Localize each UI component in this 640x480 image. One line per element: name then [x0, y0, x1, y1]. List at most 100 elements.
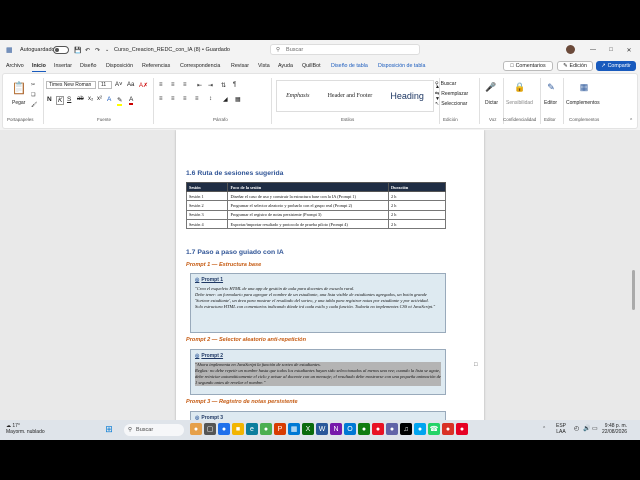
- app-icon[interactable]: ●: [372, 423, 384, 435]
- table-cell[interactable]: Sesión 2: [185, 200, 229, 211]
- borders-icon[interactable]: ▦: [235, 96, 241, 103]
- table-cell[interactable]: Exportar/importar resultado y protocolo …: [227, 219, 390, 230]
- widgets-icon[interactable]: ●: [190, 423, 202, 435]
- strikethrough-icon[interactable]: ab: [77, 96, 84, 102]
- wifi-icon[interactable]: ◴: [574, 425, 579, 432]
- teams-icon[interactable]: ●: [218, 423, 230, 435]
- tab-diseno[interactable]: Diseño: [80, 60, 97, 72]
- editing-mode-button[interactable]: ✎ Edición: [557, 61, 593, 71]
- cut-icon[interactable]: ✂: [31, 82, 35, 88]
- vertical-scrollbar[interactable]: [631, 130, 637, 432]
- clock[interactable]: 9:48 p. m. 22/08/2026: [602, 423, 627, 435]
- table-cell[interactable]: 2 h: [388, 209, 446, 221]
- excel-icon[interactable]: X: [302, 423, 314, 435]
- align-left-icon[interactable]: ≡: [159, 96, 163, 102]
- app-icon[interactable]: ●: [414, 423, 426, 435]
- tab-disposicion-tabla[interactable]: Disposición de tabla: [378, 60, 425, 72]
- search-box[interactable]: ⚲ Buscar: [270, 44, 420, 55]
- table-cell[interactable]: Programar el registro de notas persisten…: [227, 209, 390, 221]
- tab-disposicion[interactable]: Disposición: [106, 60, 133, 72]
- save-icon[interactable]: 💾: [74, 40, 81, 60]
- document-title[interactable]: Curso_Creacion_REDC_con_IA (8) • Guardad…: [114, 40, 230, 60]
- volume-icon[interactable]: 🔊: [583, 425, 590, 432]
- increase-indent-icon[interactable]: ⇥: [208, 82, 213, 89]
- tab-correspondencia[interactable]: Correspondencia: [180, 60, 220, 72]
- justify-icon[interactable]: ≡: [195, 96, 199, 102]
- tab-diseno-tabla[interactable]: Diseño de tabla: [331, 60, 368, 72]
- tiktok-icon[interactable]: ♫: [400, 423, 412, 435]
- tab-quillbot[interactable]: QuillBot: [302, 60, 321, 72]
- redo-icon[interactable]: ↷: [95, 40, 100, 60]
- replace-button[interactable]: ⇆ Reemplazar: [435, 91, 468, 97]
- taskbar-search[interactable]: ⚲ Buscar: [124, 424, 184, 436]
- minimize-icon[interactable]: —: [584, 40, 602, 60]
- line-spacing-icon[interactable]: ↕: [209, 96, 212, 102]
- table-cell[interactable]: 2 h: [388, 190, 446, 202]
- prompt-box[interactable]: Prompt 1 "Crea el esqueleto HTML de una …: [190, 273, 446, 333]
- outlook-icon[interactable]: O: [344, 423, 356, 435]
- numbering-icon[interactable]: ≡: [171, 82, 175, 88]
- start-icon[interactable]: ⊞: [103, 423, 115, 435]
- highlight-icon[interactable]: ✎: [117, 96, 123, 106]
- chrome-icon[interactable]: ●: [260, 423, 272, 435]
- customize-toolbar-icon[interactable]: ⌄: [105, 40, 109, 60]
- weather-widget[interactable]: ☁ 17° Mayorm. nublado: [6, 423, 45, 435]
- sessions-table[interactable]: Sesión Foco de la sesión Duración Sesión…: [185, 182, 446, 230]
- share-button[interactable]: ↗ Compartir: [596, 61, 636, 71]
- table-cell[interactable]: 2 h: [388, 219, 446, 230]
- tray-overflow-icon[interactable]: ⌃: [542, 426, 546, 432]
- bold-icon[interactable]: N: [47, 96, 52, 103]
- underline-icon[interactable]: S: [67, 96, 71, 103]
- tab-vista[interactable]: Vista: [258, 60, 270, 72]
- file-explorer-icon[interactable]: ■: [232, 423, 244, 435]
- clear-format-icon[interactable]: A✗: [139, 82, 148, 89]
- align-right-icon[interactable]: ≡: [183, 96, 187, 102]
- shading-icon[interactable]: ◢: [223, 96, 228, 103]
- app-icon[interactable]: ●: [358, 423, 370, 435]
- avatar[interactable]: [566, 45, 575, 54]
- store-icon[interactable]: ▦: [288, 423, 300, 435]
- change-case-icon[interactable]: Aa: [127, 82, 134, 88]
- onenote-icon[interactable]: N: [330, 423, 342, 435]
- language-switcher[interactable]: ESP LAA: [556, 423, 566, 435]
- tab-ayuda[interactable]: Ayuda: [278, 60, 293, 72]
- collapse-ribbon-icon[interactable]: ⌃: [629, 118, 633, 124]
- format-painter-icon[interactable]: 🖌: [31, 102, 37, 108]
- text-effects-icon[interactable]: A: [107, 96, 111, 103]
- style-emphasis[interactable]: Emphasis: [286, 93, 309, 99]
- bullets-icon[interactable]: ≡: [159, 82, 163, 88]
- powerpoint-icon[interactable]: P: [274, 423, 286, 435]
- tab-archivo[interactable]: Archivo: [6, 60, 24, 72]
- multilevel-list-icon[interactable]: ≡: [183, 82, 187, 88]
- app-icon[interactable]: ●: [442, 423, 454, 435]
- font-name-box[interactable]: Times New Roman: [46, 81, 96, 89]
- app-icon[interactable]: ●: [456, 423, 468, 435]
- subscript-icon[interactable]: x₂: [88, 96, 93, 102]
- table-cell[interactable]: 2 h: [388, 200, 446, 211]
- table-cell[interactable]: Sesión 4: [185, 219, 229, 230]
- table-cell[interactable]: Diseñar el caso de uso y construir la es…: [227, 190, 390, 202]
- whatsapp-icon[interactable]: ☎: [428, 423, 440, 435]
- style-heading[interactable]: Heading: [390, 91, 424, 101]
- table-cell[interactable]: Programar el selector aleatorio y probar…: [227, 200, 390, 211]
- superscript-icon[interactable]: x²: [97, 96, 102, 102]
- align-center-icon[interactable]: ≡: [171, 96, 175, 102]
- show-marks-icon[interactable]: ¶: [233, 82, 236, 88]
- style-header-footer[interactable]: Header and Footer: [328, 93, 373, 99]
- copy-icon[interactable]: ❏: [31, 92, 35, 98]
- font-color-icon[interactable]: A: [129, 96, 134, 105]
- italic-icon[interactable]: K: [56, 96, 65, 105]
- find-button[interactable]: ⚲ Buscar: [435, 81, 456, 87]
- tab-revisar[interactable]: Revisar: [231, 60, 249, 72]
- app-menu-icon[interactable]: ▦: [6, 40, 13, 60]
- sort-icon[interactable]: ⇅: [221, 82, 226, 89]
- edge-icon[interactable]: e: [246, 423, 258, 435]
- table-cell[interactable]: Sesión 3: [185, 209, 229, 221]
- table-cell[interactable]: Sesión 1: [185, 190, 229, 202]
- paste-icon[interactable]: 📋: [11, 80, 27, 96]
- prompt-box[interactable]: Prompt 2 "Ahora implementa en JavaScript…: [190, 349, 446, 395]
- autosave-toggle[interactable]: [53, 40, 69, 60]
- document-area[interactable]: 1.6 Ruta de sesiones sugerida Sesión Foc…: [0, 130, 640, 432]
- document-page[interactable]: 1.6 Ruta de sesiones sugerida Sesión Foc…: [176, 130, 484, 432]
- close-icon[interactable]: ✕: [620, 40, 638, 60]
